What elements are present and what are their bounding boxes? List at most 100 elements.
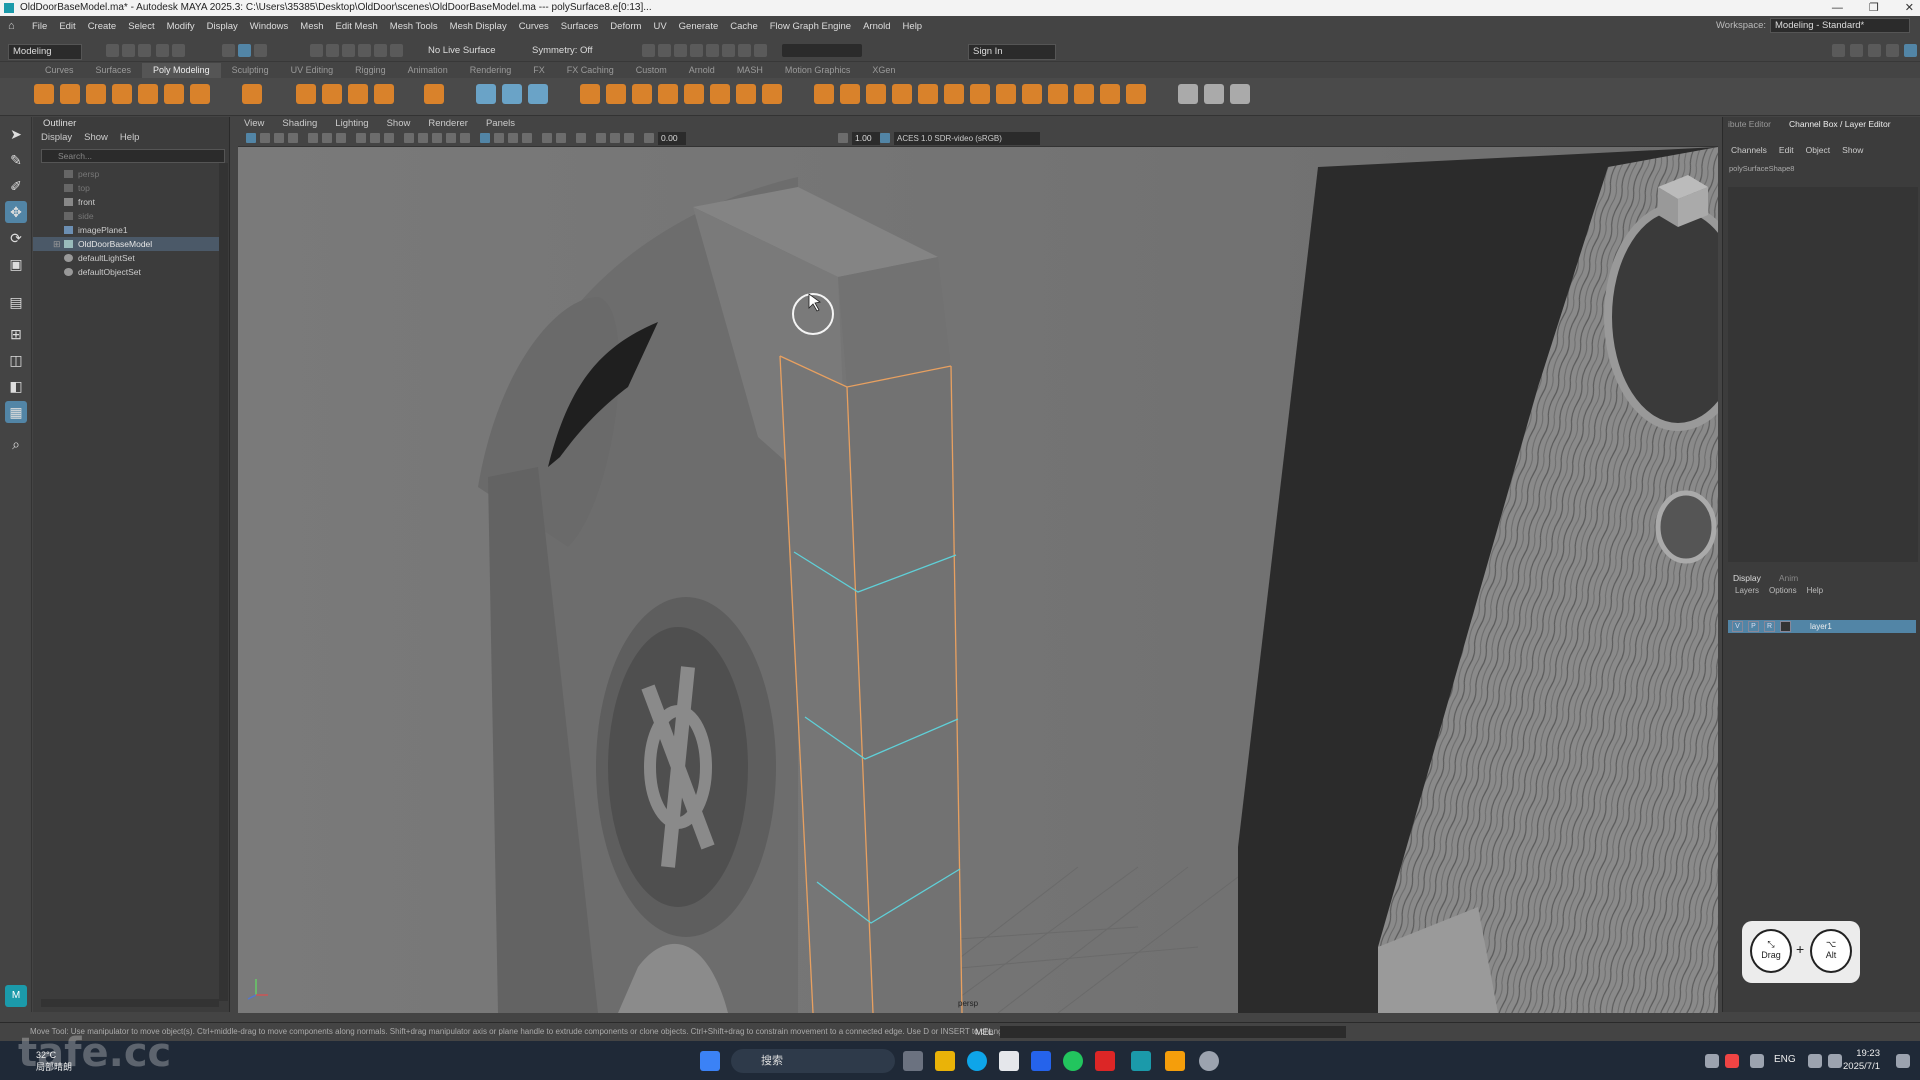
task-view-icon[interactable]	[903, 1051, 923, 1071]
volume-icon[interactable]	[1828, 1054, 1842, 1068]
merge-icon[interactable]	[918, 84, 938, 104]
panel-toggle-icon[interactable]	[1868, 44, 1881, 57]
outliner-item-side[interactable]: side	[33, 209, 219, 223]
shelf-tab-animation[interactable]: Animation	[397, 63, 459, 78]
menuset-dropdown[interactable]: Modeling	[8, 44, 82, 60]
shelf-tab-rigging[interactable]: Rigging	[344, 63, 397, 78]
extrude-icon[interactable]	[814, 84, 834, 104]
channel-menu-edit[interactable]: Edit	[1779, 145, 1794, 155]
illustrator-icon[interactable]	[1165, 1051, 1185, 1071]
wireframe-on-shaded-icon[interactable]	[432, 133, 442, 143]
menu-select[interactable]: Select	[122, 21, 160, 32]
render-setup-icon[interactable]	[722, 44, 735, 57]
four-view-icon[interactable]: ⊞	[5, 323, 27, 345]
shelf-tab-sculpting[interactable]: Sculpting	[221, 63, 280, 78]
fill-hole-icon[interactable]	[710, 84, 730, 104]
shelf-tab-rendering[interactable]: Rendering	[459, 63, 523, 78]
mel-command-input[interactable]	[1000, 1026, 1346, 1038]
open-scene-icon[interactable]	[122, 44, 135, 57]
type-tool-icon[interactable]	[348, 84, 368, 104]
outliner-item-defaultlightset[interactable]: defaultLightSet	[33, 251, 219, 265]
poly-torus-icon[interactable]	[138, 84, 158, 104]
exposure-icon[interactable]	[644, 133, 654, 143]
shelf-tab-uv-editing[interactable]: UV Editing	[280, 63, 345, 78]
viewport-menu-view[interactable]: View	[244, 117, 264, 131]
collapse-icon[interactable]	[944, 84, 964, 104]
shelf-tab-mash[interactable]: MASH	[726, 63, 774, 78]
poke-icon[interactable]	[996, 84, 1016, 104]
outliner-menu-help[interactable]: Help	[120, 131, 140, 145]
outlook-icon[interactable]	[1031, 1051, 1051, 1071]
live-surface-field[interactable]: No Live Surface	[424, 44, 504, 60]
layer-menu-help[interactable]: Help	[1807, 586, 1823, 595]
menu-windows[interactable]: Windows	[244, 21, 295, 32]
snap-grid-icon[interactable]	[310, 44, 323, 57]
outliner-item-front[interactable]: front	[33, 195, 219, 209]
menu-uv[interactable]: UV	[647, 21, 672, 32]
microphone-icon[interactable]	[1750, 1054, 1764, 1068]
rotate-tool-icon[interactable]: ⟳	[5, 227, 27, 249]
extract-icon[interactable]	[684, 84, 704, 104]
bridge-icon[interactable]	[840, 84, 860, 104]
minimize-button[interactable]: —	[1832, 0, 1843, 16]
shelf-tab-fx-caching[interactable]: FX Caching	[556, 63, 625, 78]
layer-color-swatch[interactable]	[1780, 621, 1791, 632]
panel-toggle-icon[interactable]	[1886, 44, 1899, 57]
layout-icon[interactable]: ◧	[5, 375, 27, 397]
motion-blur-icon[interactable]	[508, 133, 518, 143]
panel-toggle-icon[interactable]	[1832, 44, 1845, 57]
outliner-menu-show[interactable]: Show	[84, 131, 108, 145]
smooth-icon[interactable]	[528, 84, 548, 104]
circularize-icon[interactable]	[1022, 84, 1042, 104]
boolean-union-icon[interactable]	[580, 84, 600, 104]
chat-app-icon[interactable]	[1063, 1051, 1083, 1071]
textured-icon[interactable]	[446, 133, 456, 143]
shelf-tab-surfaces[interactable]: Surfaces	[85, 63, 143, 78]
image-plane-toggle-icon[interactable]	[308, 133, 318, 143]
home-icon[interactable]: ⌂	[8, 20, 20, 32]
start-menu-icon[interactable]	[700, 1051, 720, 1071]
detach-icon[interactable]	[1074, 84, 1094, 104]
lock-camera-icon[interactable]	[260, 133, 270, 143]
smooth-shade-icon[interactable]	[418, 133, 428, 143]
separate-icon[interactable]	[502, 84, 522, 104]
channel-menu-channels[interactable]: Channels	[1731, 145, 1767, 155]
poly-count-icon[interactable]	[424, 84, 444, 104]
menu-curves[interactable]: Curves	[513, 21, 555, 32]
select-hierarchy-icon[interactable]	[222, 44, 235, 57]
new-scene-icon[interactable]	[106, 44, 119, 57]
channel-box-toggle-icon[interactable]	[1904, 44, 1917, 57]
persp-outliner-icon[interactable]: ◫	[5, 349, 27, 371]
2d-pan-zoom-icon[interactable]	[322, 133, 332, 143]
isolate-select-icon[interactable]	[542, 133, 552, 143]
hud-icon[interactable]	[624, 133, 634, 143]
xray-icon[interactable]	[556, 133, 566, 143]
menu-edit-mesh[interactable]: Edit Mesh	[330, 21, 384, 32]
reduce-icon[interactable]	[736, 84, 756, 104]
outliner-item-top[interactable]: top	[33, 181, 219, 195]
layer-tab-anim[interactable]: Anim	[1779, 573, 1798, 583]
colorspace-dropdown[interactable]: ACES 1.0 SDR-video (sRGB)	[894, 132, 1040, 145]
xray-joints-icon[interactable]	[576, 133, 586, 143]
shadows-icon[interactable]	[480, 133, 490, 143]
snap-curve-icon[interactable]	[326, 44, 339, 57]
outliner-layout-icon[interactable]: ▦	[5, 401, 27, 423]
poly-disc-icon[interactable]	[190, 84, 210, 104]
ambient-occlusion-icon[interactable]	[494, 133, 504, 143]
connect-icon[interactable]	[1048, 84, 1068, 104]
outliner-item-imageplane[interactable]: imagePlane1	[33, 223, 219, 237]
tab-attribute-editor[interactable]: ibute Editor	[1728, 117, 1771, 131]
menu-help[interactable]: Help	[897, 21, 929, 32]
select-camera-icon[interactable]	[246, 133, 256, 143]
input-language[interactable]: ENG	[1774, 1054, 1796, 1065]
taskbar-search[interactable]: 搜索	[731, 1049, 895, 1073]
scale-tool-icon[interactable]: ▣	[5, 253, 27, 275]
maya-taskbar-icon[interactable]	[1131, 1051, 1151, 1071]
viewport-menu-show[interactable]: Show	[387, 117, 411, 131]
render-settings-icon[interactable]	[690, 44, 703, 57]
maximize-button[interactable]: ❐	[1869, 0, 1879, 16]
wifi-icon[interactable]	[1808, 1054, 1822, 1068]
color-management-icon[interactable]	[610, 133, 620, 143]
poly-cone-icon[interactable]	[112, 84, 132, 104]
menu-mesh-display[interactable]: Mesh Display	[444, 21, 513, 32]
